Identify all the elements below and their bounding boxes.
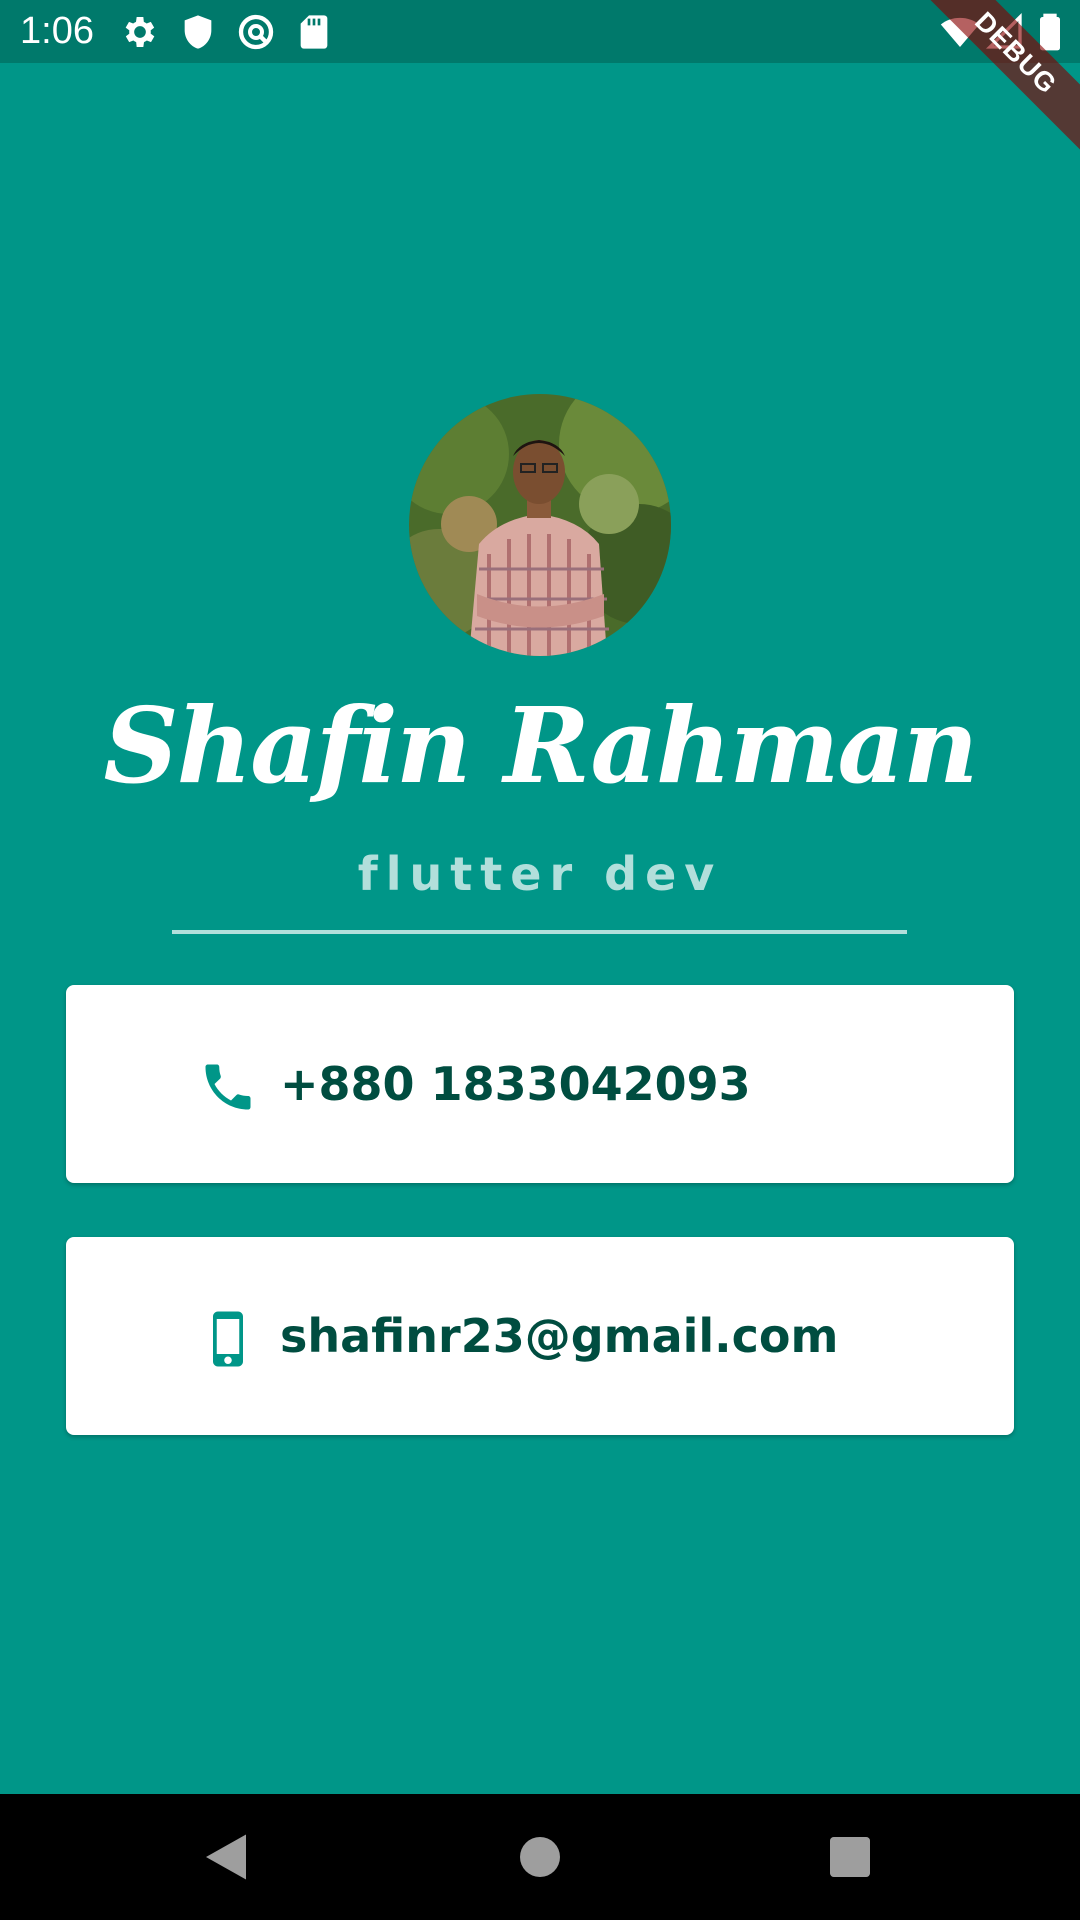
profile-name: Shafin Rahman xyxy=(103,684,978,807)
circle-a-icon xyxy=(236,12,276,52)
divider xyxy=(172,930,907,934)
phone-number: +880 1833042093 xyxy=(280,1057,751,1111)
shield-icon xyxy=(178,12,218,52)
email-address: shafinr23@gmail.com xyxy=(280,1309,839,1363)
status-bar: 1:06 xyxy=(0,0,1080,63)
app-screen: 1:06 DEBUG Shafin Rahman flutter dev +88… xyxy=(0,0,1080,1920)
back-icon[interactable] xyxy=(196,1827,256,1887)
profile-subtitle: flutter dev xyxy=(357,847,723,901)
phone-card[interactable]: +880 1833042093 xyxy=(66,985,1014,1183)
phone-icon xyxy=(198,1057,258,1117)
home-icon[interactable] xyxy=(510,1827,570,1887)
email-card[interactable]: shafinr23@gmail.com xyxy=(66,1237,1014,1435)
sd-card-icon xyxy=(294,12,334,52)
navigation-bar xyxy=(0,1794,1080,1920)
gear-icon xyxy=(120,12,160,52)
profile-avatar xyxy=(409,394,671,656)
profile-photo xyxy=(409,394,671,656)
recents-icon[interactable] xyxy=(820,1827,880,1887)
status-time: 1:06 xyxy=(20,10,94,52)
smartphone-icon xyxy=(198,1309,258,1369)
